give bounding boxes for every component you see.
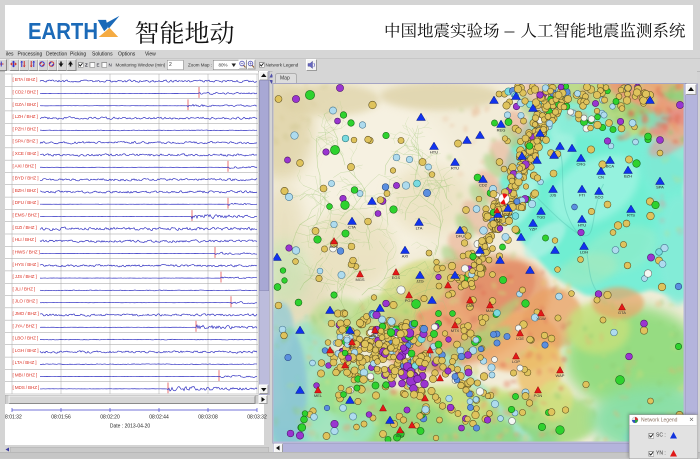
svg-text:[ MDS / BHZ ]: [ MDS / BHZ ] (13, 385, 40, 390)
svg-text:CTA: CTA (348, 225, 356, 230)
svg-text:LAN: LAN (466, 303, 474, 308)
svg-text:XGW: XGW (536, 316, 546, 321)
svg-text:[ JLO / BHZ ]: [ JLO / BHZ ] (13, 299, 38, 304)
svg-text:[ BYD / BHZ ]: [ BYD / BHZ ] (13, 176, 39, 181)
svg-text:[ JLI / BHZ ]: [ JLI / BHZ ] (13, 286, 36, 291)
svg-text:HTU: HTU (430, 150, 438, 155)
svg-text:BCA: BCA (606, 164, 615, 169)
svg-text:PGN: PGN (534, 393, 543, 398)
svg-text:FTI: FTI (579, 193, 585, 198)
svg-text:RTS: RTS (627, 213, 635, 218)
svg-text:[ LGH / BHZ ]: [ LGH / BHZ ] (13, 348, 39, 353)
svg-text:[ HWS / BHZ ]: [ HWS / BHZ ] (13, 249, 40, 254)
svg-text:[ JJS / BHZ ]: [ JJS / BHZ ] (13, 274, 37, 279)
svg-text:MTX: MTX (451, 328, 460, 333)
svg-text:08:03:08: 08:03:08 (198, 415, 218, 421)
svg-text:[ LBO / BHZ ]: [ LBO / BHZ ] (13, 336, 39, 341)
svg-text:[ GZI / BHZ ]: [ GZI / BHZ ] (13, 225, 37, 230)
svg-text:SPA: SPA (656, 185, 664, 190)
svg-text:CRG: CRG (577, 162, 586, 167)
svg-text:[ LZH / BHZ ]: [ LZH / BHZ ] (13, 114, 38, 119)
svg-text:BZH: BZH (624, 174, 632, 179)
svg-text:08:01:56: 08:01:56 (51, 415, 71, 421)
svg-text:LGE: LGE (516, 336, 524, 341)
svg-text:REG: REG (497, 128, 506, 133)
svg-text:YZP: YZP (529, 227, 537, 232)
svg-text:MGS: MGS (355, 277, 364, 282)
svg-text:GTA: GTA (618, 310, 626, 315)
svg-text:PGS: PGS (405, 298, 414, 303)
svg-text:CD2: CD2 (479, 183, 488, 188)
svg-text:DAY: DAY (371, 333, 379, 338)
svg-text:WAP: WAP (556, 373, 565, 378)
svg-text:Date : 2013-04-20: Date : 2013-04-20 (110, 424, 151, 430)
svg-text:TQU: TQU (504, 212, 513, 217)
svg-text:[ DFU / BHZ ]: [ DFU / BHZ ] (13, 200, 39, 205)
svg-text:XCO: XCO (595, 195, 604, 200)
svg-text:AXI: AXI (402, 254, 408, 259)
svg-text:[ EMS / BHZ ]: [ EMS / BHZ ] (13, 213, 39, 218)
svg-text:AOS: AOS (330, 244, 339, 249)
svg-text:08:02:20: 08:02:20 (100, 415, 120, 421)
svg-text:[ MBI / BHZ ]: [ MBI / BHZ ] (13, 373, 38, 378)
svg-text:TGD: TGD (537, 215, 546, 220)
svg-text:EARTH: EARTH (28, 18, 98, 44)
svg-text:MDS: MDS (494, 218, 503, 223)
svg-text:[ HYS / BHZ ]: [ HYS / BHZ ] (13, 262, 39, 267)
svg-text:[ CD2 / BHZ ]: [ CD2 / BHZ ] (13, 89, 39, 94)
svg-text:LDH: LDH (580, 250, 588, 255)
svg-text:LTA: LTA (416, 226, 423, 231)
svg-text:MEL: MEL (314, 393, 323, 398)
svg-text:[ XCE / BHZ ]: [ XCE / BHZ ] (13, 151, 39, 156)
svg-text:08:01:32: 08:01:32 (5, 415, 22, 421)
svg-text:[ PZH / BHZ ]: [ PZH / BHZ ] (13, 126, 39, 131)
svg-text:CN: CN (598, 175, 604, 180)
svg-text:JZG: JZG (416, 279, 424, 284)
svg-text:[ BZH / BHZ ]: [ BZH / BHZ ] (13, 188, 39, 193)
svg-text:08:03:32: 08:03:32 (247, 415, 267, 421)
svg-text:[ HLI / BHZ ]: [ HLI / BHZ ] (13, 237, 37, 242)
svg-text:MAL: MAL (486, 308, 495, 313)
svg-text:[ JYA / BHZ ]: [ JYA / BHZ ] (13, 323, 37, 328)
svg-text:08:02:44: 08:02:44 (149, 415, 169, 421)
svg-text:JJS: JJS (550, 193, 557, 198)
svg-text:LOP: LOP (512, 359, 520, 364)
svg-text:EGS: EGS (392, 275, 401, 280)
svg-text:[ JMO / BHZ ]: [ JMO / BHZ ] (13, 311, 39, 316)
svg-text:[ GZA / BHZ ]: [ GZA / BHZ ] (13, 102, 39, 107)
svg-text:HTU: HTU (578, 223, 586, 228)
svg-text:DFU: DFU (456, 234, 464, 239)
svg-text:ADU: ADU (396, 433, 405, 438)
svg-text:[ BTA / BHZ ]: [ BTA / BHZ ] (13, 77, 38, 82)
svg-text:[ SPA / BHZ ]: [ SPA / BHZ ] (13, 139, 38, 144)
svg-text:[ LTA / BHZ ]: [ LTA / BHZ ] (13, 360, 37, 365)
svg-text:[ AXI / BHZ ]: [ AXI / BHZ ] (13, 163, 37, 168)
svg-text:SMI: SMI (348, 345, 355, 350)
svg-text:RTU: RTU (451, 166, 459, 171)
